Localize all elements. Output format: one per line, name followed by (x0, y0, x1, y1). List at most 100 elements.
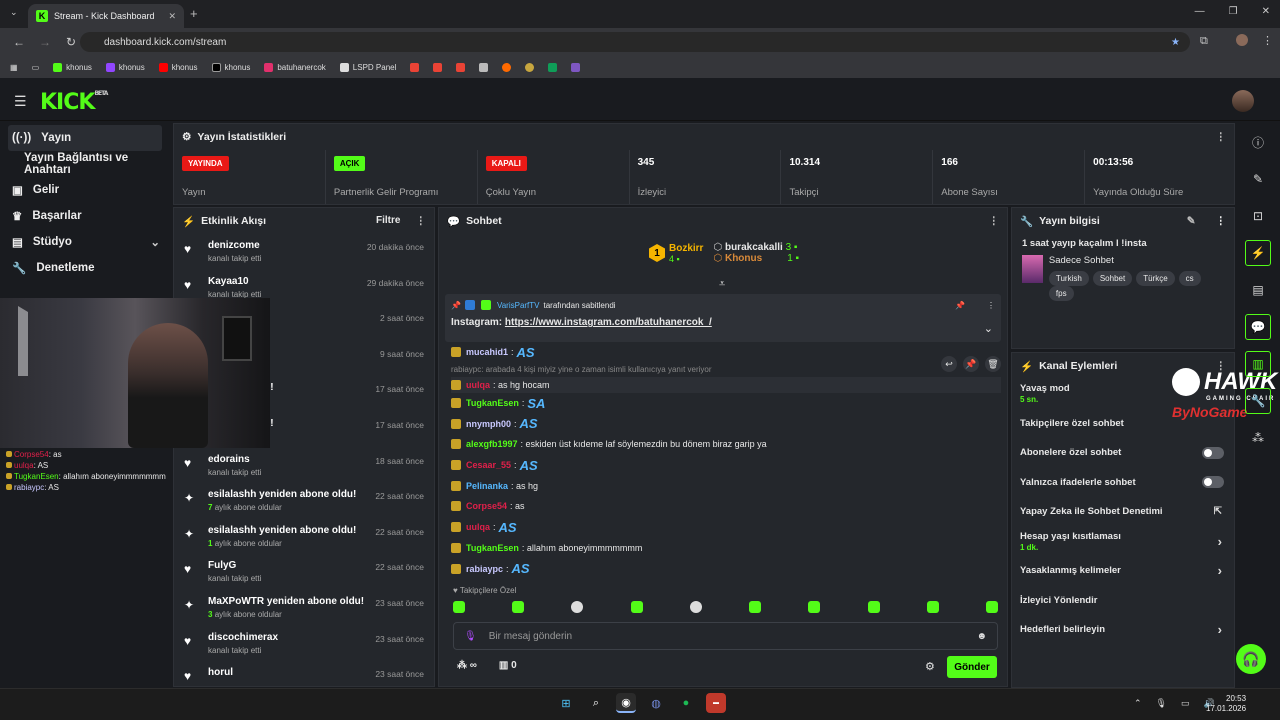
tag[interactable]: Turkish (1048, 271, 1089, 286)
user-avatar[interactable] (1232, 90, 1254, 112)
document-icon[interactable]: ▤ (1245, 277, 1271, 303)
pinned-menu-icon[interactable]: ⋮ (987, 301, 995, 310)
mic-tray-icon[interactable]: 🎙 (1156, 698, 1167, 709)
channel-action-row[interactable]: Yapay Zeka ile Sohbet Denetimi ⇱ (1012, 497, 1234, 527)
store-icon[interactable]: ▥ (1245, 351, 1271, 377)
sidebar-item-studyo[interactable]: ▤ Stüdyo ⌄ (0, 229, 170, 255)
discord-icon[interactable]: ◍ (646, 693, 666, 713)
bookmark-gmail-3[interactable] (456, 62, 466, 72)
gift-counter[interactable]: ▥ 0 (499, 660, 517, 671)
extensions-icon[interactable]: ⧉ (1200, 35, 1208, 48)
minimize-icon[interactable]: — (1195, 6, 1205, 17)
channel-action-row[interactable]: Abonelere özel sohbet (1012, 438, 1234, 468)
support-headset-icon[interactable]: 🎧 (1236, 644, 1266, 674)
sidebar-item-gelir[interactable]: ▣ Gelir (0, 177, 170, 203)
browser-menu-icon[interactable]: ⋮ (1262, 34, 1273, 47)
network-icon[interactable]: ▭ (1181, 698, 1190, 709)
chat-username[interactable]: TugkanEsen (466, 398, 519, 408)
emoji-icon[interactable]: ☻ (976, 631, 987, 642)
channel-action-row[interactable]: Yalnızca ifadelerle sohbet (1012, 468, 1234, 498)
emote-button[interactable] (808, 601, 821, 613)
channel-action-row[interactable]: Yasaklanmış kelimeler › (1012, 556, 1234, 586)
chat-username[interactable]: alexgfb1997 (466, 439, 518, 449)
kick-logo[interactable]: KICKBETA (40, 90, 108, 115)
forward-icon[interactable]: → (38, 35, 52, 49)
bookmark-sheets[interactable] (548, 62, 558, 72)
emote-button[interactable] (571, 601, 584, 613)
chat-message[interactable]: mucahid1: AS (451, 342, 1001, 363)
chat-message[interactable]: nnymph00: AS (451, 413, 1001, 434)
chat-username[interactable]: Pelinanka (466, 481, 508, 491)
sidebar-item-yayin[interactable]: ((·)) Yayın (8, 125, 162, 151)
category-name[interactable]: Sadece Sohbet (1049, 255, 1224, 266)
sidebar-item-yayin-baglantisi[interactable]: Yayın Bağlantısı ve Anahtarı (0, 151, 170, 177)
emote-button[interactable] (630, 601, 643, 613)
category-thumbnail[interactable] (1022, 255, 1043, 283)
chat-icon[interactable]: 💬 (1245, 314, 1271, 340)
stats-menu-icon[interactable]: ⋮ (1216, 131, 1227, 143)
tag[interactable]: Türkçe (1136, 271, 1175, 286)
edit-icon[interactable]: ✎ (1245, 166, 1271, 192)
window-close-icon[interactable]: ✕ (1262, 6, 1270, 17)
leader-1-name[interactable]: Bozkirr (669, 243, 703, 254)
collapse-icon[interactable]: ⩡ (719, 278, 725, 291)
chat-username[interactable]: uulqa (466, 522, 490, 532)
chat-message[interactable]: uulqa: as hg hocam (451, 376, 1001, 393)
chat-message[interactable]: TugkanEsen: SA (451, 393, 1001, 414)
toggle-switch[interactable] (1202, 476, 1224, 489)
emote-button[interactable] (453, 601, 465, 613)
tab-list-icon[interactable]: ⌄ (10, 7, 18, 18)
folder-icon[interactable]: ▭ (32, 63, 40, 72)
moderation-icon[interactable]: 🔧 (1245, 388, 1271, 414)
back-icon[interactable]: ← (12, 35, 26, 49)
sidebar-item-denetleme[interactable]: 🔧 Denetleme (0, 255, 170, 281)
infinity-counter[interactable]: ⁂ ∞ (457, 660, 477, 671)
chat-username[interactable]: mucahid1 (466, 347, 508, 357)
filter-button[interactable]: Filtre (376, 215, 400, 226)
bookmark-docs[interactable] (479, 62, 489, 72)
quick-actions-icon[interactable]: ⚡ (1245, 240, 1271, 266)
tray-chevron-icon[interactable]: ⌃ (1134, 698, 1142, 709)
send-button[interactable]: Gönder (947, 656, 997, 678)
search-icon[interactable]: ⌕ (586, 693, 606, 713)
leader-2-name[interactable]: burakcakalli (725, 242, 783, 253)
recorder-icon[interactable]: ▬ (706, 693, 726, 713)
bookmark-khonus-youtube[interactable]: khonus (158, 62, 198, 72)
tag[interactable]: Sohbet (1092, 271, 1133, 286)
drops-icon[interactable]: ⁂ (1245, 425, 1271, 451)
channel-action-row[interactable]: Hedefleri belirleyin › (1012, 615, 1234, 645)
apps-grid-icon[interactable]: ▦ (10, 63, 18, 72)
capture-icon[interactable]: ⊡ (1245, 203, 1271, 229)
chat-message[interactable]: Pelinanka: as hg (451, 475, 1001, 496)
bookmark-gmail-1[interactable] (410, 62, 420, 72)
leader-3-name[interactable]: Khonus (725, 253, 762, 264)
bookmark-khonus-x[interactable]: khonus (211, 62, 250, 72)
chat-message[interactable]: alexgfb1997: eskiden üst kıdeme laf söyl… (451, 434, 1001, 455)
tag[interactable]: cs (1178, 271, 1201, 286)
chat-message[interactable]: Cesaar_55: AS (451, 455, 1001, 476)
tab-close-icon[interactable]: ✕ (168, 11, 176, 22)
bookmark-instagram[interactable]: batuhanercok (264, 62, 326, 72)
emote-button[interactable] (867, 601, 880, 613)
emote-button[interactable] (926, 601, 939, 613)
bookmark-forms[interactable] (571, 62, 581, 72)
profile-avatar[interactable] (1236, 34, 1248, 46)
channel-action-row[interactable]: Hesap yaşı kısıtlaması 1 dk. › (1012, 527, 1234, 557)
bookmark-khonus-kick[interactable]: khonus (53, 62, 92, 72)
bookmark-khonus-twitch[interactable]: khonus (105, 62, 145, 72)
bookmark-orange[interactable] (502, 62, 512, 72)
new-tab-icon[interactable]: + (190, 6, 198, 21)
clock[interactable]: 20:53 17.01.2026 (1206, 694, 1246, 714)
mic-icon[interactable]: 🎙 (464, 631, 477, 642)
chrome-icon[interactable]: ◉ (616, 693, 636, 713)
windows-start-icon[interactable]: ⊞ (556, 693, 576, 713)
chat-username[interactable]: rabiaypc (466, 564, 503, 574)
toggle-switch[interactable] (1202, 446, 1224, 459)
chat-username[interactable]: Cesaar_55 (466, 460, 511, 470)
url-field[interactable]: dashboard.kick.com/stream ★ (80, 32, 1190, 52)
channel-action-row[interactable]: İzleyici Yönlendir (1012, 586, 1234, 616)
chat-username[interactable]: Corpse54 (466, 501, 507, 511)
hamburger-menu-icon[interactable]: ☰ (14, 93, 27, 110)
chat-input[interactable]: 🎙 Bir mesaj gönderin ☻ (453, 622, 998, 650)
edit-pencil-icon[interactable]: ✎ (1187, 215, 1196, 227)
